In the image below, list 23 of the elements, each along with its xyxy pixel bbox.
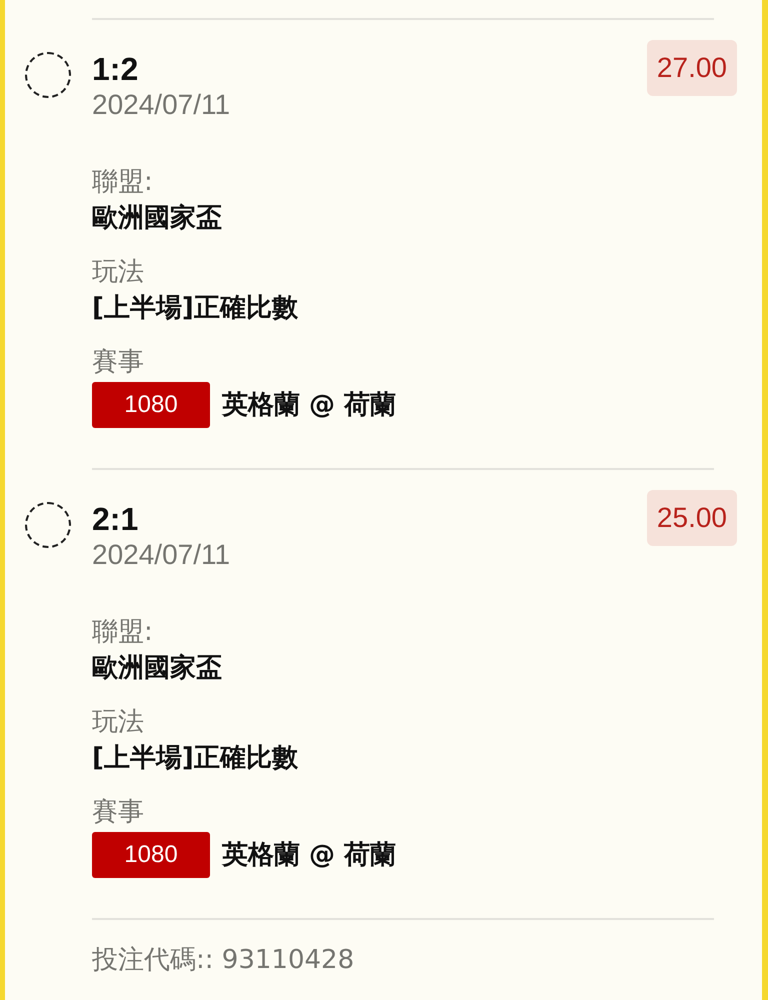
score-text: 1:2	[92, 50, 138, 88]
match-number-badge: 1080	[92, 382, 210, 428]
bet-code-text: 投注代碼:: 93110428	[92, 945, 354, 975]
event-label: 賽事	[92, 346, 144, 379]
league-value: 歐洲國家盃	[92, 202, 222, 235]
date-text: 2024/07/11	[92, 88, 230, 122]
date-text: 2024/07/11	[92, 538, 230, 572]
play-value: [上半場]正確比數	[92, 742, 298, 775]
odds-badge: 25.00	[646, 490, 737, 546]
score-text: 2:1	[92, 500, 138, 538]
league-label: 聯盟:	[92, 166, 153, 199]
league-label: 聯盟:	[92, 616, 153, 649]
match-number-badge: 1080	[92, 832, 210, 878]
odds-badge: 27.00	[646, 40, 737, 96]
event-label: 賽事	[92, 796, 144, 829]
selection-circle-icon[interactable]	[25, 502, 71, 548]
league-value: 歐洲國家盃	[92, 652, 222, 685]
play-label: 玩法	[92, 706, 144, 739]
match-teams: 英格蘭 @ 荷蘭	[222, 389, 396, 422]
match-teams: 英格蘭 @ 荷蘭	[222, 839, 396, 872]
play-label: 玩法	[92, 256, 144, 289]
play-value: [上半場]正確比數	[92, 292, 298, 325]
selection-circle-icon[interactable]	[25, 52, 71, 98]
